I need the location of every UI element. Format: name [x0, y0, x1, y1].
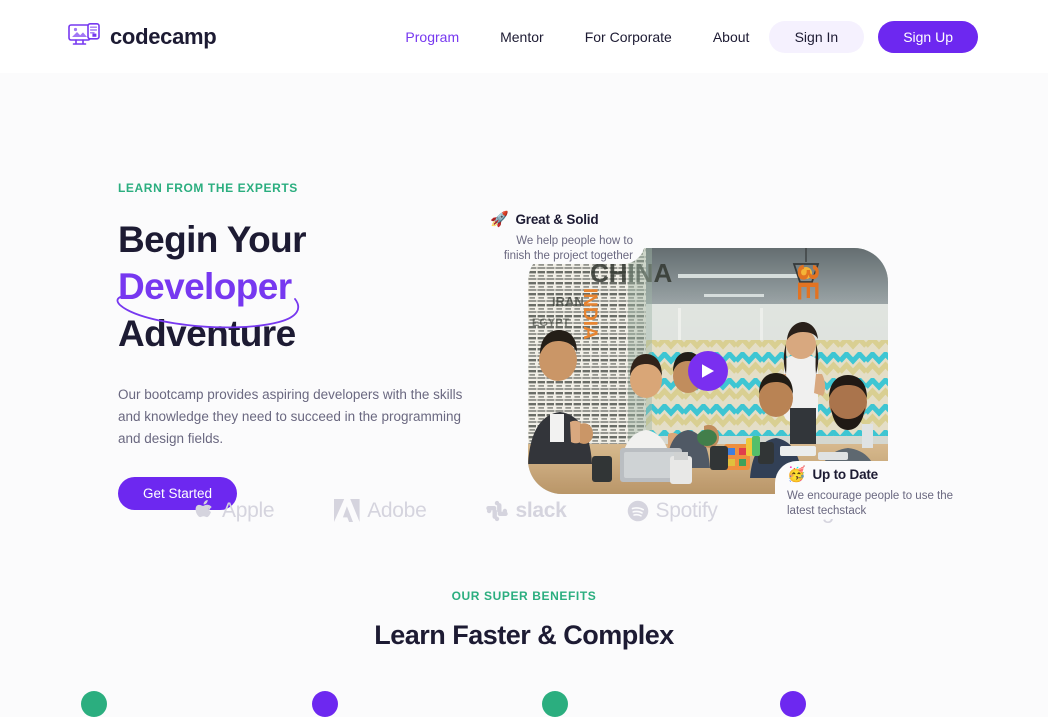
info-card-header: 🚀 Great & Solid [490, 212, 633, 227]
auth-actions: Sign In Sign Up [768, 20, 978, 53]
play-video-button[interactable] [688, 351, 728, 391]
party-face-emoji: 🥳 [787, 466, 806, 483]
logo-label-apple: Apple [222, 498, 275, 522]
benefit-dot-2 [312, 691, 338, 717]
play-icon [702, 364, 714, 378]
hero-title-highlight-wrap: Developer [116, 263, 300, 329]
apple-icon [195, 499, 212, 517]
info-card-title: Up to Date [812, 467, 878, 482]
nav-item-for-corporate[interactable]: For Corporate [585, 29, 672, 45]
site-header: codecamp Program Mentor For Corporate Ab… [0, 0, 1048, 73]
logo-label-spotify: Spotify [655, 498, 718, 522]
hero-eyebrow: LEARN FROM THE EXPERTS [118, 181, 298, 195]
logo-slack: slack [486, 498, 567, 523]
nav-item-mentor[interactable]: Mentor [500, 29, 544, 45]
logo-spotify: Spotify [627, 499, 718, 523]
hero-media: CHINA IRAN EGYPT INDIA 3E [528, 248, 888, 494]
info-card-title: Great & Solid [515, 212, 599, 227]
nav-item-program[interactable]: Program [405, 29, 459, 45]
benefits-title: Learn Faster & Complex [374, 620, 674, 650]
hero-title-part1: Begin Your [118, 219, 307, 260]
hero-copy-block: LEARN FROM THE EXPERTS Begin Your Develo… [116, 181, 488, 510]
underline-swoosh-icon [116, 295, 300, 329]
brand-name: codecamp [110, 23, 217, 49]
info-card-header: 🥳 Up to Date [787, 467, 955, 482]
benefit-dot-1 [81, 691, 107, 717]
logo-label-adobe: Adobe [367, 498, 427, 522]
hero-paragraph: Our bootcamp provides aspiring developer… [118, 387, 463, 446]
monitor-image-icon [68, 22, 100, 51]
brand-logo[interactable]: codecamp [68, 22, 217, 51]
page-title: Begin Your Developer Adventure [116, 216, 488, 357]
adobe-icon [334, 499, 360, 522]
benefit-dot-4 [780, 691, 806, 717]
logo-adobe: Adobe [334, 498, 427, 523]
slack-icon [486, 500, 509, 521]
info-card-text: We help people how to finish the project… [503, 235, 633, 262]
info-card-text: We encourage people to use the latest te… [787, 490, 954, 517]
benefit-dots-row [0, 691, 1048, 717]
sign-up-button[interactable]: Sign Up [878, 20, 978, 53]
benefits-section: OUR SUPER BENEFITS Learn Faster & Comple… [0, 589, 1048, 651]
benefits-eyebrow: OUR SUPER BENEFITS [451, 589, 597, 603]
hero-section: LEARN FROM THE EXPERTS Begin Your Develo… [0, 73, 1048, 519]
spotify-icon [627, 500, 648, 521]
logo-apple: Apple [195, 498, 275, 523]
benefit-dot-3 [542, 691, 568, 717]
nav-item-about[interactable]: About [713, 29, 750, 45]
rocket-emoji: 🚀 [490, 211, 509, 228]
sign-in-button[interactable]: Sign In [768, 20, 865, 53]
main-nav: Program Mentor For Corporate About [405, 29, 749, 45]
info-card-up-to-date: 🥳 Up to Date We encourage people to use … [775, 461, 955, 519]
logo-label-slack: slack [515, 498, 567, 522]
info-card-great-and-solid: 🚀 Great & Solid We help people how to fi… [490, 212, 645, 264]
